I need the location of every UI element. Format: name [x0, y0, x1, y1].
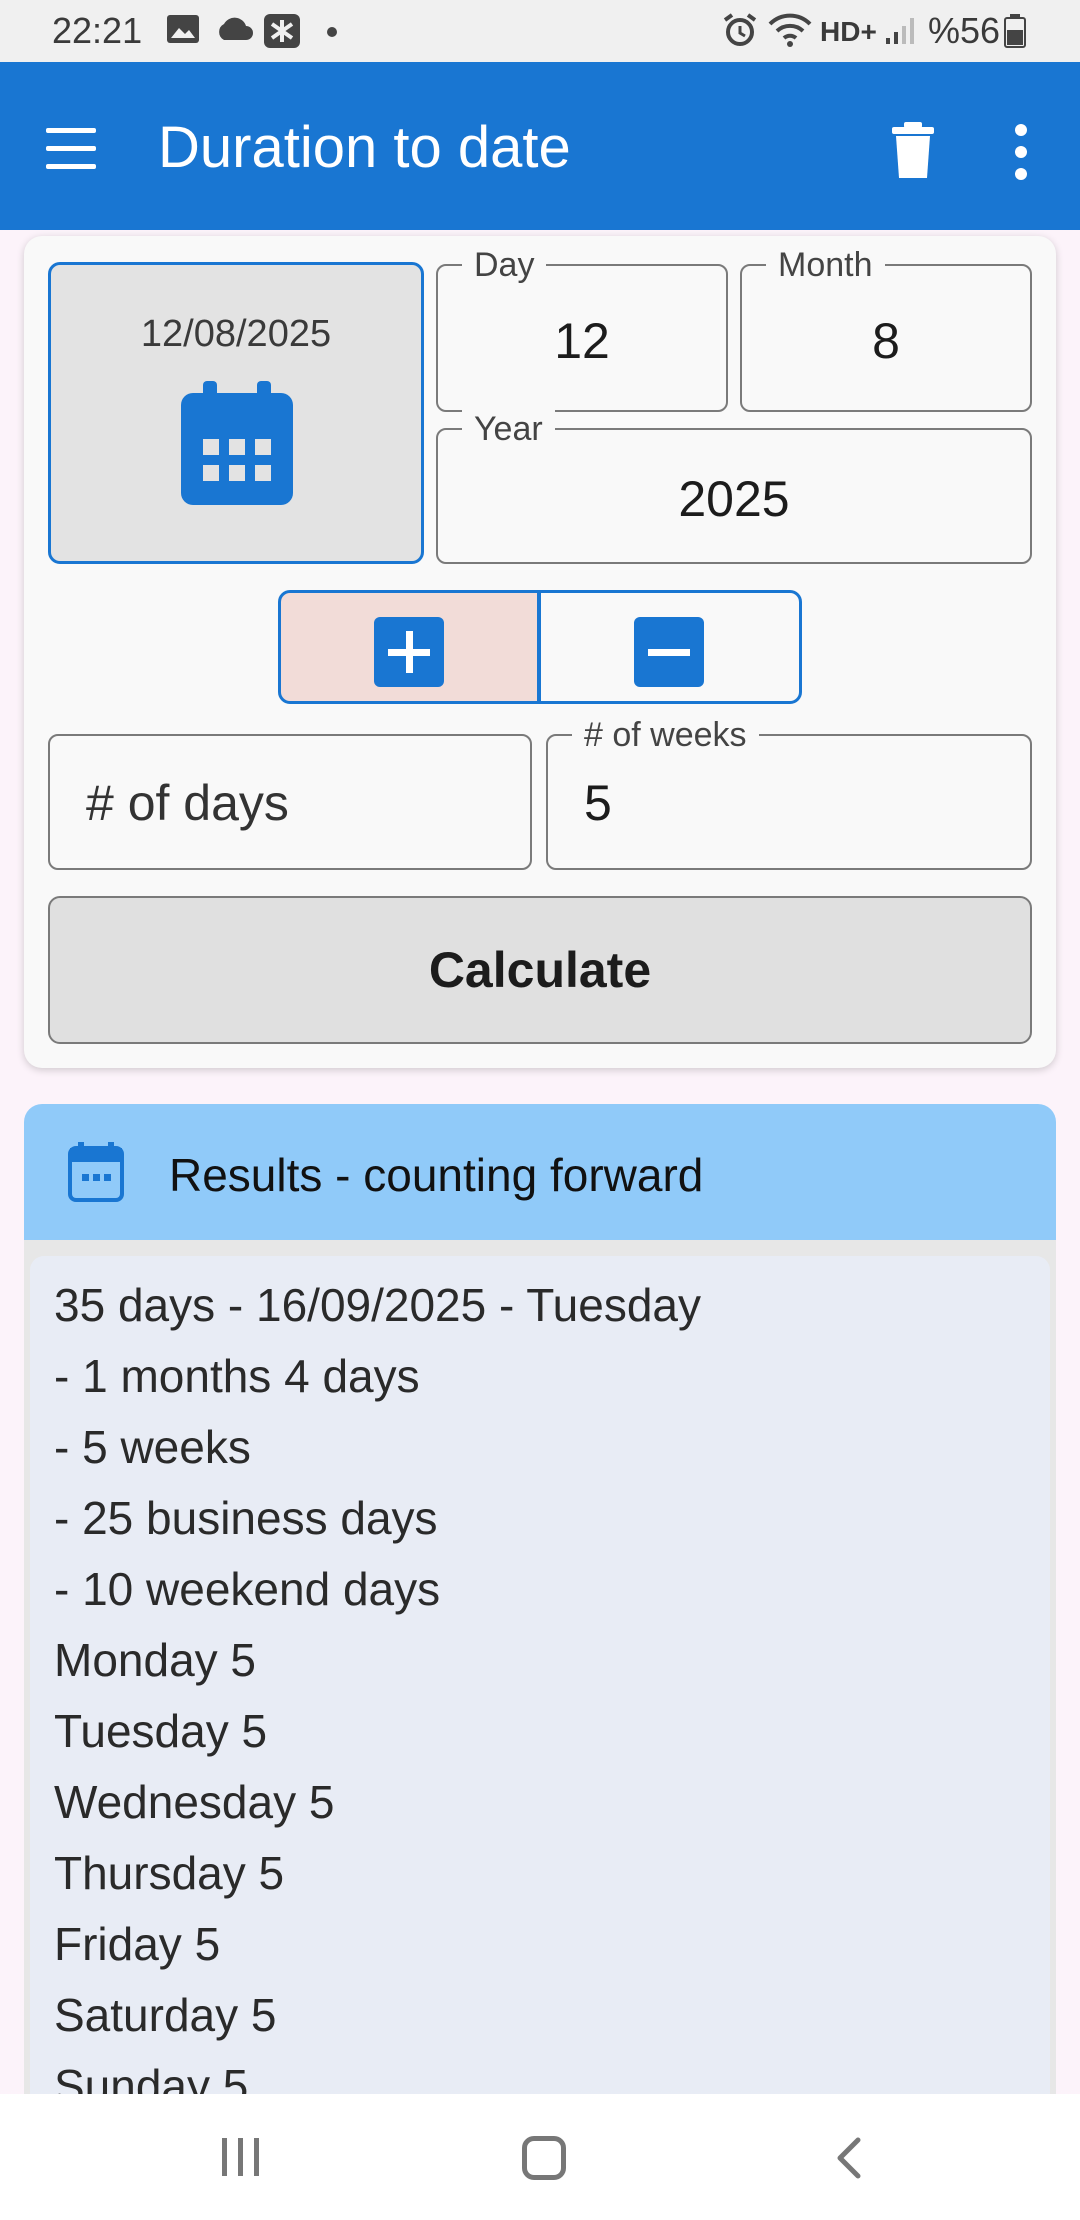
battery-icon — [1004, 14, 1026, 48]
date-picker-button[interactable]: 12/08/2025 — [48, 262, 424, 564]
plus-icon — [374, 617, 444, 687]
calendar-icon — [181, 381, 293, 505]
results-list: 35 days - 16/09/2025 - Tuesday - 1 month… — [30, 1256, 1050, 2116]
page-title: Duration to date — [158, 115, 571, 180]
result-line: Tuesday 5 — [54, 1705, 268, 1757]
wifi-icon — [768, 13, 812, 47]
cloud-icon — [219, 17, 253, 40]
result-line: Wednesday 5 — [54, 1776, 335, 1828]
result-line: 35 days - 16/09/2025 - Tuesday — [54, 1279, 701, 1331]
status-bar: 22:21 HD+ %56 — [0, 0, 1080, 62]
month-label: Month — [766, 246, 885, 285]
more-options-button[interactable] — [1004, 122, 1038, 182]
recents-button[interactable] — [222, 2138, 262, 2178]
year-label: Year — [462, 410, 555, 449]
weeks-value: 5 — [584, 775, 612, 831]
selected-date: 12/08/2025 — [140, 313, 332, 355]
signal-icon — [886, 18, 914, 44]
back-icon[interactable] — [832, 2136, 868, 2180]
year-field[interactable]: Year 2025 — [436, 410, 1032, 564]
result-line: - 1 months 4 days — [54, 1350, 420, 1402]
weeks-label: # of weeks — [572, 716, 759, 755]
month-value: 8 — [872, 313, 900, 369]
delete-icon[interactable] — [888, 120, 938, 180]
count-backward-button[interactable] — [538, 590, 802, 704]
system-nav-bar — [0, 2094, 1080, 2220]
day-value: 12 — [554, 313, 610, 369]
calculate-button[interactable]: Calculate — [48, 896, 1032, 1044]
day-field[interactable]: Day 12 — [436, 246, 728, 412]
result-line: - 5 weeks — [54, 1421, 251, 1473]
more-notifications-dot-icon — [327, 27, 337, 37]
days-placeholder: # of days — [86, 775, 289, 831]
count-forward-button[interactable] — [278, 590, 540, 704]
menu-button[interactable] — [46, 126, 100, 170]
month-field[interactable]: Month 8 — [740, 246, 1032, 412]
result-line: Saturday 5 — [54, 1989, 277, 2041]
results-title: Results - counting forward — [169, 1149, 704, 1201]
result-line: - 10 weekend days — [54, 1563, 441, 1615]
app-notification-icon — [264, 14, 300, 48]
minus-icon — [634, 617, 704, 687]
day-label: Day — [462, 246, 547, 285]
results-header: Results - counting forward — [24, 1104, 1056, 1242]
calendar-icon — [68, 1142, 124, 1202]
alarm-icon — [723, 13, 757, 46]
home-button[interactable] — [522, 2136, 566, 2180]
image-icon — [167, 15, 199, 43]
days-input[interactable]: # of days — [48, 734, 532, 870]
network-type: HD+ — [820, 16, 877, 47]
app-bar: Duration to date — [0, 62, 1080, 230]
year-value: 2025 — [678, 471, 790, 527]
result-line: - 25 business days — [54, 1492, 438, 1544]
weeks-input[interactable]: # of weeks 5 — [546, 716, 1032, 870]
result-line: Monday 5 — [54, 1634, 257, 1686]
result-line: Friday 5 — [54, 1918, 221, 1970]
status-time: 22:21 — [52, 10, 143, 51]
result-line: Thursday 5 — [54, 1847, 285, 1899]
battery-percent: %56 — [928, 10, 1001, 51]
